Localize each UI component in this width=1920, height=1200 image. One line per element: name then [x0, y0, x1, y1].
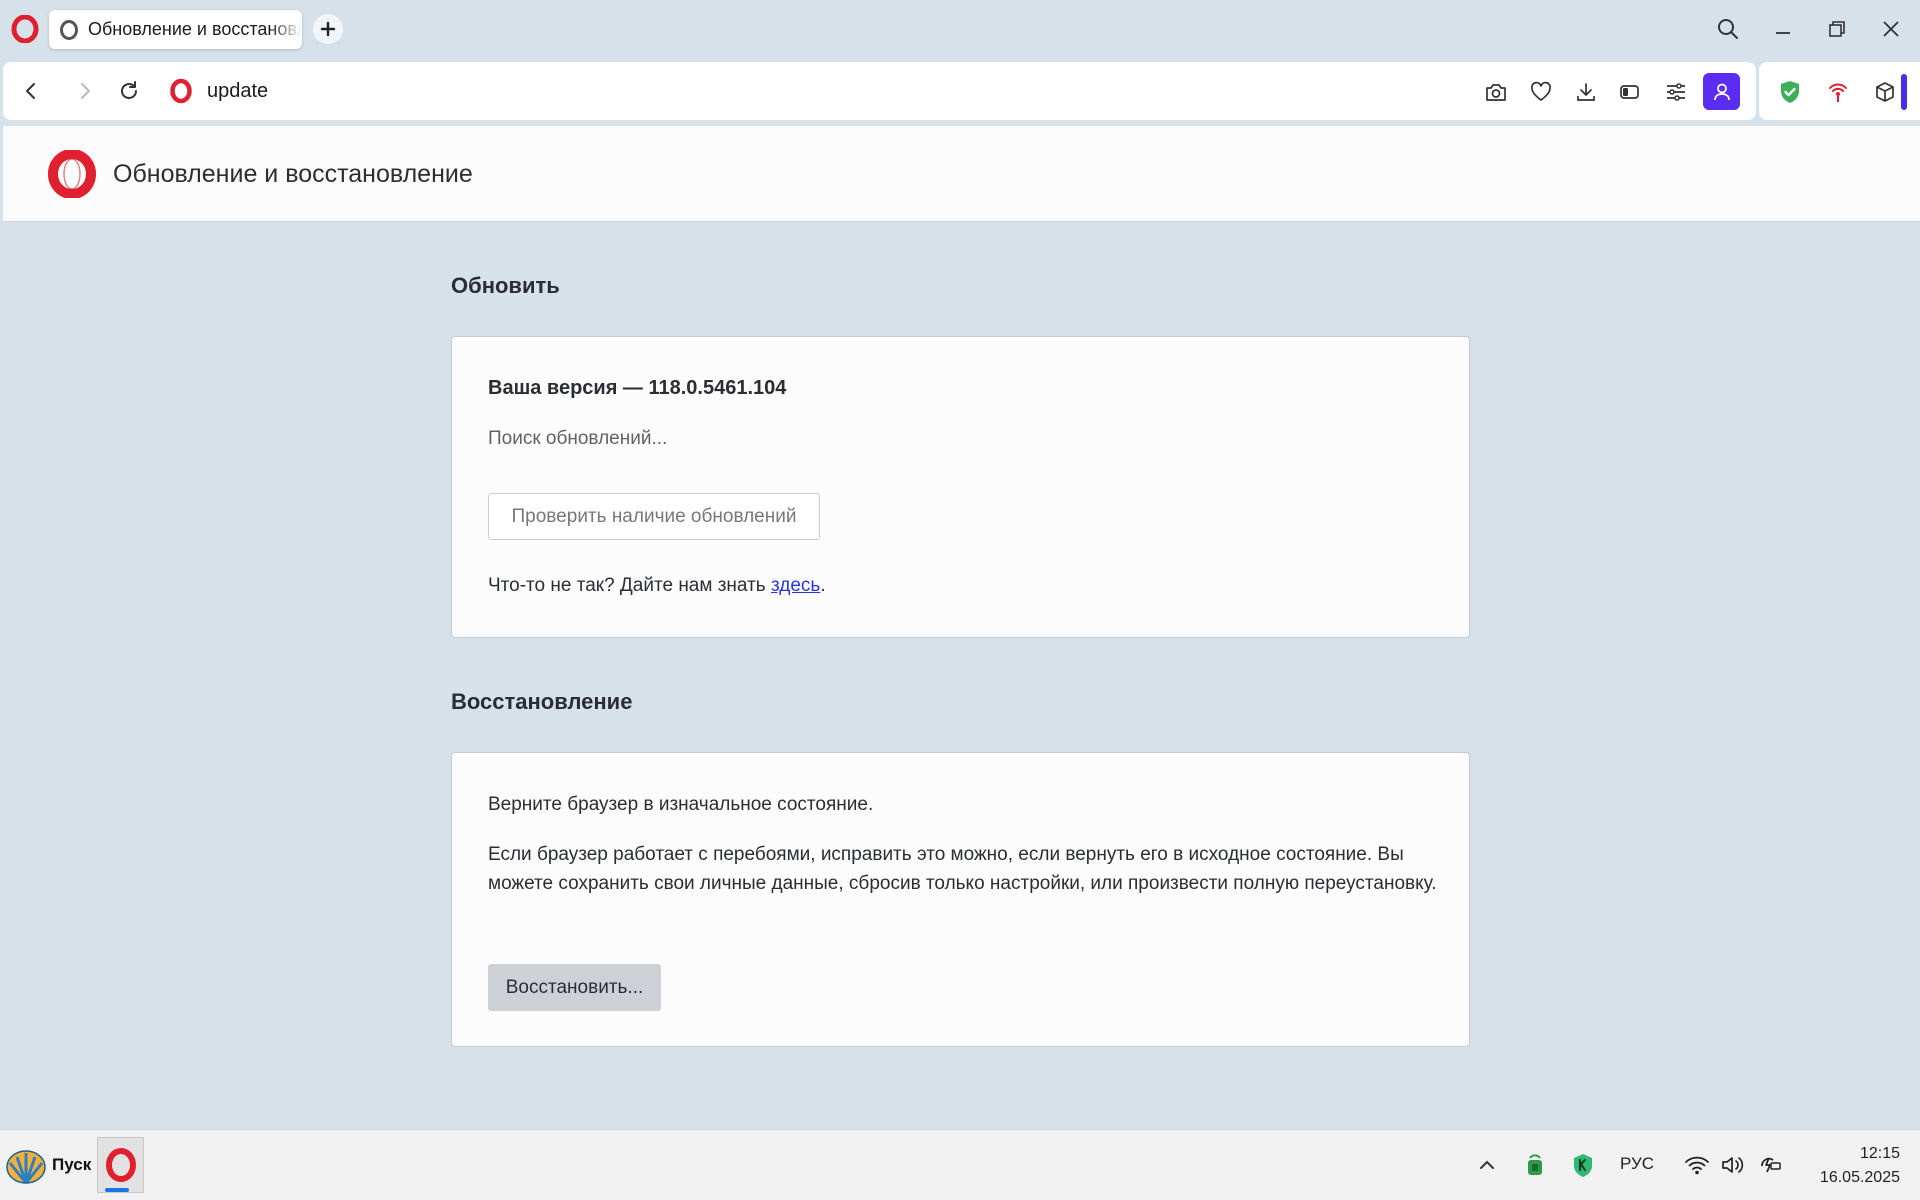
tray-expand-icon[interactable]	[1472, 1150, 1502, 1180]
opera-site-icon	[168, 78, 194, 104]
downloads-icon[interactable]	[1569, 75, 1603, 109]
tab-title: Обновление и восстановление	[88, 19, 302, 39]
bookmark-heart-icon[interactable]	[1524, 75, 1558, 109]
search-tabs-icon[interactable]	[1711, 12, 1745, 46]
update-status: Поиск обновлений...	[488, 428, 668, 449]
opera-menu-icon[interactable]	[10, 15, 40, 43]
tray-battery-charging-icon[interactable]	[1754, 1150, 1784, 1180]
feedback-text: Что-то не так? Дайте нам знать здесь.	[488, 575, 826, 597]
recovery-description: Если браузер работает с перебоями, испра…	[488, 844, 1437, 894]
clock-date: 16.05.2025	[1819, 1169, 1900, 1186]
tray-wifi-icon[interactable]	[1682, 1150, 1712, 1180]
profile-avatar-icon[interactable]	[1703, 73, 1740, 110]
input-language-indicator[interactable]: РУС	[1620, 1154, 1654, 1174]
forward-button[interactable]	[69, 75, 101, 107]
recovery-card: Верните браузер в изначальное состояние.…	[451, 752, 1470, 1047]
extensions-bar	[1759, 62, 1920, 120]
taskbar-clock[interactable]: 12:15 16.05.2025	[1800, 1142, 1900, 1190]
clock-time: 12:15	[1859, 1145, 1900, 1162]
adblock-shield-icon[interactable]	[1773, 75, 1807, 109]
tab-active[interactable]: Обновление и восстановление	[49, 10, 302, 49]
browser-titlebar: Обновление и восстановление	[0, 0, 1920, 59]
tray-kaspersky-icon[interactable]	[1568, 1150, 1598, 1180]
taskbar-active-indicator	[105, 1188, 129, 1192]
extensions-cube-icon[interactable]	[1868, 75, 1902, 109]
update-card: Ваша версия — 118.0.5461.104 Поиск обнов…	[451, 336, 1470, 638]
restore-window-button[interactable]	[1820, 12, 1854, 46]
opera-favicon-icon	[58, 19, 80, 41]
page-header: Обновление и восстановление	[3, 126, 1920, 222]
close-window-button[interactable]	[1874, 12, 1908, 46]
battery-saver-icon[interactable]	[1613, 75, 1647, 109]
feedback-link[interactable]: здесь	[771, 575, 820, 596]
opera-logo-icon	[47, 150, 97, 198]
start-label: Пуск	[52, 1155, 92, 1174]
easy-setup-icon[interactable]	[1659, 75, 1693, 109]
check-updates-button[interactable]: Проверить наличие обновлений	[488, 493, 820, 540]
feedback-suffix: .	[820, 575, 826, 596]
reload-button[interactable]	[113, 75, 145, 107]
minimize-button[interactable]	[1766, 12, 1800, 46]
sidebar-indicator	[1901, 74, 1907, 110]
snapshot-camera-icon[interactable]	[1479, 75, 1513, 109]
page-title: Обновление и восстановление	[113, 160, 473, 188]
recovery-intro: Верните браузер в изначальное состояние.	[488, 794, 874, 815]
taskbar: Пуск РУС 12:15 16.05.2025	[0, 1129, 1920, 1200]
tray-network-app-icon[interactable]	[1520, 1150, 1550, 1180]
recovery-section-title: Восстановление	[451, 689, 633, 714]
new-tab-button[interactable]	[313, 14, 343, 44]
start-button[interactable]: Пуск	[4, 1137, 96, 1193]
start-shell-icon	[4, 1145, 48, 1185]
update-section-title: Обновить	[451, 273, 560, 298]
tray-volume-icon[interactable]	[1718, 1150, 1748, 1180]
back-button[interactable]	[15, 75, 47, 107]
version-label: Ваша версия — 118.0.5461.104	[488, 377, 787, 399]
vpn-signal-icon[interactable]	[1821, 75, 1855, 109]
url-field[interactable]: update	[207, 62, 1407, 120]
feedback-prefix: Что-то не так? Дайте нам знать	[488, 575, 771, 596]
address-bar: update	[3, 62, 1756, 120]
restore-button[interactable]: Восстановить...	[488, 964, 661, 1011]
taskbar-opera-app[interactable]	[97, 1137, 144, 1193]
